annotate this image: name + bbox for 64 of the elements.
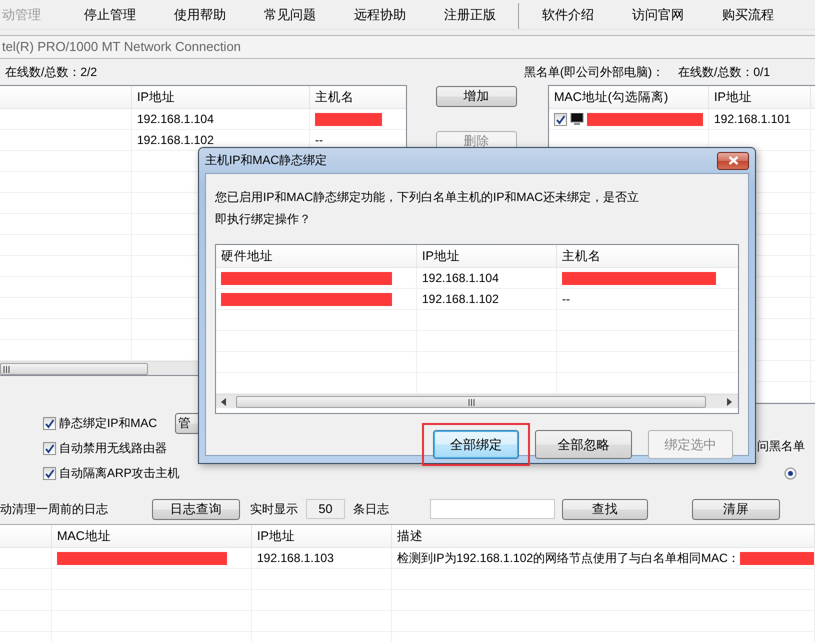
column-header[interactable]: 硬件地址: [216, 245, 417, 267]
menu-item[interactable]: 软件介绍: [523, 0, 613, 30]
unit-label: 条日志: [353, 502, 390, 516]
blacklist-title: 黑名单(即公司外部电脑)：: [524, 65, 664, 81]
option-label: 静态绑定IP和MAC: [59, 416, 158, 431]
close-icon: [728, 156, 738, 165]
button[interactable]: 增加: [436, 86, 517, 107]
scroll-right-icon[interactable]: [727, 398, 733, 406]
column-header[interactable]: MAC地址: [52, 525, 252, 547]
button[interactable]: 全部绑定: [433, 430, 519, 459]
scroll-left-icon[interactable]: [221, 398, 227, 406]
button[interactable]: 全部忽略: [535, 430, 632, 459]
adapter-field[interactable]: tel(R) PRO/1000 MT Network Connection: [0, 35, 815, 59]
column-header[interactable]: IP地址: [252, 525, 392, 547]
check-icon: [44, 468, 55, 479]
table-cell: --: [557, 289, 738, 309]
column-header[interactable]: IP地址: [132, 86, 310, 108]
table-cell: 192.168.1.101: [709, 109, 811, 129]
table-cell: 192.168.1.102: [417, 289, 557, 309]
redaction-bar: [315, 112, 382, 126]
check-icon: [44, 443, 55, 454]
button[interactable]: 清屏: [692, 498, 780, 520]
menu-item[interactable]: 购买流程: [703, 0, 793, 30]
count-field[interactable]: 50: [306, 499, 345, 519]
button[interactable]: 日志查询: [152, 498, 240, 520]
table-cell: 192.168.1.104: [417, 268, 557, 288]
realtime-label: 实时显示: [250, 502, 299, 516]
checkbox[interactable]: [554, 112, 567, 126]
window-title: 主机IP和MAC静态绑定: [205, 153, 328, 168]
table-cell: 192.168.1.103: [252, 548, 392, 568]
option-label: 问黑名单: [757, 439, 806, 454]
menu-item[interactable]: 使用帮助: [155, 0, 245, 30]
log-description: 检测到IP为192.168.1.102的网络节点使用了与白名单相同MAC：: [397, 550, 740, 566]
menu-item[interactable]: 访问官网: [613, 0, 703, 30]
table-cell: 192.168.1.104: [132, 109, 310, 129]
column-header[interactable]: MAC地址(勾选隔离): [549, 86, 709, 108]
grip-icon[interactable]: [468, 399, 474, 406]
column-header[interactable]: IP地址: [417, 245, 557, 267]
check-icon: [555, 114, 566, 124]
column-header[interactable]: IP地址: [709, 86, 811, 108]
button[interactable]: 查找: [562, 498, 648, 520]
online-count: 在线数/总数：2/2: [5, 65, 98, 81]
dialog-message: 您已启用IP和MAC静态绑定功能，下列白名单主机的IP和MAC还未绑定，是否立即执行绑定操作？: [215, 189, 639, 228]
checkbox[interactable]: [43, 417, 56, 430]
checkbox[interactable]: [43, 467, 56, 480]
search-field[interactable]: [430, 499, 555, 519]
check-icon: [44, 418, 55, 429]
option-label: 自动隔离ARP攻击主机: [59, 466, 180, 481]
horizontal-scrollbar[interactable]: [216, 394, 738, 408]
grip-icon[interactable]: [3, 366, 10, 373]
close-button[interactable]: [717, 152, 749, 170]
menu-item[interactable]: 停止管理: [65, 0, 155, 30]
menu-item[interactable]: 远程协助: [335, 0, 425, 30]
computer-icon: [570, 112, 584, 126]
auto-clean-label: 动清理一周前的日志: [0, 502, 109, 516]
column-header[interactable]: 主机名: [557, 245, 738, 267]
checkbox[interactable]: [43, 442, 56, 455]
menu-item[interactable]: 常见问题: [245, 0, 335, 30]
radio-button[interactable]: [784, 467, 797, 480]
option-label: 自动禁用无线路由器: [59, 441, 167, 456]
column-header[interactable]: 描述: [392, 525, 815, 547]
online-count: 在线数/总数：0/1: [678, 65, 770, 81]
menu-item[interactable]: 注册正版: [425, 0, 515, 30]
column-header[interactable]: 主机名: [310, 86, 406, 108]
